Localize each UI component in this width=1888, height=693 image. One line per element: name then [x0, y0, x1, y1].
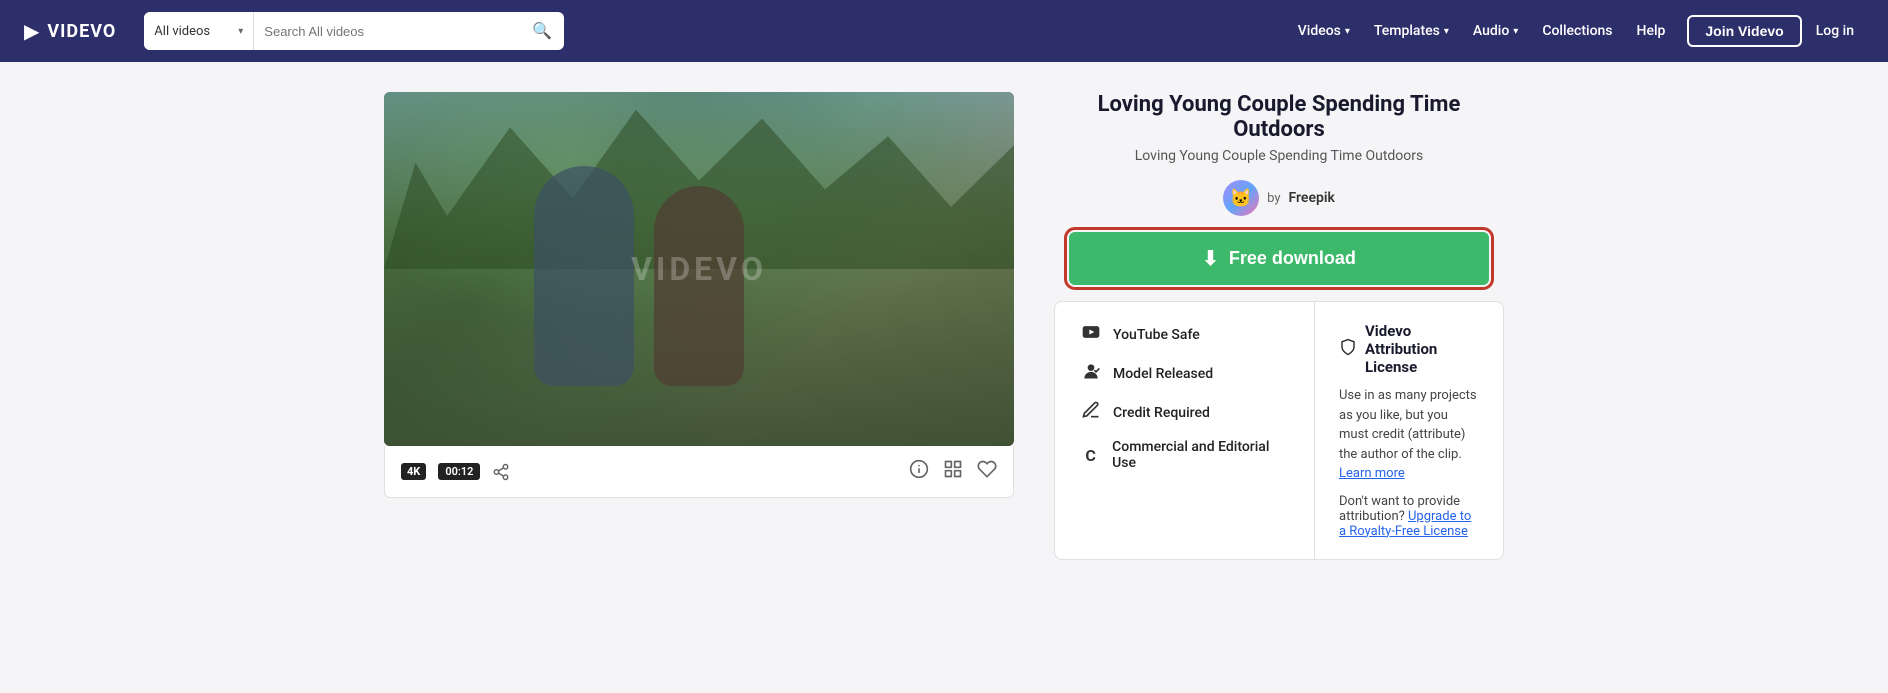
share-button[interactable] — [492, 463, 510, 481]
figure-left — [534, 166, 634, 386]
audio-chevron: ▾ — [1513, 26, 1518, 37]
author-prefix: by — [1267, 191, 1280, 206]
search-input[interactable] — [254, 12, 520, 50]
learn-more-link[interactable]: Learn more — [1339, 466, 1405, 481]
logo-icon: ▶ — [24, 19, 39, 43]
download-icon: ⬇ — [1202, 246, 1219, 271]
nav-links: Videos ▾ Templates ▾ Audio ▾ Collections… — [1288, 15, 1864, 47]
join-button[interactable]: Join Videvo — [1687, 15, 1801, 47]
info-section: Loving Young Couple Spending Time Outdoo… — [1054, 92, 1504, 560]
nav-item-audio[interactable]: Audio ▾ — [1463, 17, 1528, 45]
navbar: ▶ VIDEVO All videos ▾ 🔍 Videos ▾ Templat… — [0, 0, 1888, 62]
video-player[interactable]: VIDEVO — [384, 92, 1014, 446]
add-to-collection-button[interactable] — [943, 459, 963, 484]
logo-text: VIDEVO — [47, 21, 116, 42]
license-info: Videvo Attribution License Use in as man… — [1315, 302, 1503, 559]
attributes-card: YouTube Safe Model Released — [1054, 301, 1504, 560]
video-controls: 4K 00:12 — [384, 446, 1014, 498]
nav-item-templates[interactable]: Templates ▾ — [1364, 17, 1459, 45]
nav-item-help[interactable]: Help — [1627, 17, 1676, 45]
logo[interactable]: ▶ VIDEVO — [24, 19, 116, 43]
favorite-button[interactable] — [977, 459, 997, 484]
controls-right — [909, 459, 997, 484]
youtube-safe-icon — [1079, 322, 1103, 347]
commercial-icon: C — [1079, 446, 1102, 465]
no-attribution-text: Don't want to provide attribution? Upgra… — [1339, 494, 1479, 539]
license-description: Use in as many projects as you like, but… — [1339, 386, 1479, 484]
nav-item-videos[interactable]: Videos ▾ — [1288, 17, 1360, 45]
license-title: Videvo Attribution License — [1339, 322, 1479, 376]
attr-youtube-safe: YouTube Safe — [1079, 322, 1290, 347]
credit-required-icon — [1079, 400, 1103, 425]
templates-chevron: ▾ — [1444, 26, 1449, 37]
license-title-text: Videvo Attribution License — [1365, 322, 1479, 376]
license-icon — [1339, 338, 1357, 360]
author-name: Freepik — [1288, 190, 1334, 206]
video-subtitle: Loving Young Couple Spending Time Outdoo… — [1054, 148, 1504, 164]
search-area: All videos ▾ 🔍 — [144, 12, 564, 50]
video-section: VIDEVO 4K 00:12 — [384, 92, 1014, 560]
videos-chevron: ▾ — [1345, 26, 1350, 37]
figure-right — [654, 186, 744, 386]
info-button[interactable] — [909, 459, 929, 484]
video-timestamp: 00:12 — [438, 463, 480, 480]
search-category-dropdown[interactable]: All videos ▾ — [144, 12, 254, 50]
dropdown-chevron: ▾ — [238, 26, 243, 37]
author-area: 🐱 by Freepik — [1054, 180, 1504, 216]
video-thumbnail: VIDEVO — [384, 92, 1014, 446]
author-avatar: 🐱 — [1223, 180, 1259, 216]
nav-item-collections[interactable]: Collections — [1532, 17, 1622, 45]
attr-commercial-editorial: C Commercial and Editorial Use — [1079, 439, 1290, 471]
login-link[interactable]: Log in — [1806, 17, 1864, 45]
youtube-safe-label: YouTube Safe — [1113, 327, 1200, 343]
main-content: VIDEVO 4K 00:12 — [344, 62, 1544, 590]
download-label: Free download — [1229, 248, 1356, 269]
credit-required-label: Credit Required — [1113, 405, 1210, 421]
model-released-label: Model Released — [1113, 366, 1213, 382]
model-released-icon — [1079, 361, 1103, 386]
search-category-label: All videos — [154, 24, 210, 39]
video-title: Loving Young Couple Spending Time Outdoo… — [1054, 92, 1504, 142]
attributes-left: YouTube Safe Model Released — [1055, 302, 1315, 559]
attr-credit-required: Credit Required — [1079, 400, 1290, 425]
free-download-button[interactable]: ⬇ Free download — [1069, 232, 1489, 285]
download-wrapper: ⬇ Free download — [1054, 232, 1504, 285]
commercial-label: Commercial and Editorial Use — [1112, 439, 1290, 471]
attr-model-released: Model Released — [1079, 361, 1290, 386]
badge-4k: 4K — [401, 463, 426, 480]
search-button[interactable]: 🔍 — [520, 21, 564, 41]
